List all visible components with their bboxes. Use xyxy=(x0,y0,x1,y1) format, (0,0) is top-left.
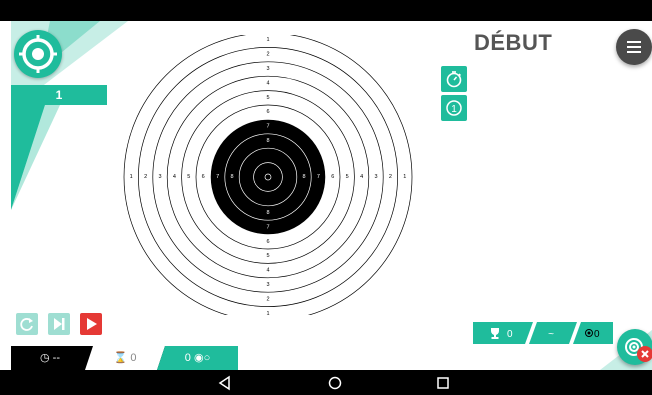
ring-label-top: 7 xyxy=(266,124,269,130)
average-value: ~ xyxy=(548,329,554,340)
ring-label-right: 3 xyxy=(374,174,377,180)
ring-label-bottom: 1 xyxy=(266,311,269,315)
ring-label-bottom: 5 xyxy=(266,253,269,259)
ring-label-bottom: 7 xyxy=(266,224,269,230)
hourglass-icon: ⌛ xyxy=(113,352,128,364)
trophy-icon xyxy=(491,328,499,339)
ring-label-left: 6 xyxy=(202,174,205,180)
close-icon xyxy=(641,350,649,358)
ring-label-bottom: 8 xyxy=(266,210,269,216)
score-display: 1 xyxy=(11,85,107,105)
ring-label-left: 3 xyxy=(158,174,161,180)
timer-value: -- xyxy=(52,352,60,364)
menu-button[interactable] xyxy=(616,29,652,65)
skip-next-icon xyxy=(54,318,65,330)
trophy-value: 0 xyxy=(507,329,513,340)
restart-button[interactable] xyxy=(16,313,38,335)
ring-label-bottom: 2 xyxy=(266,296,269,302)
ring-label-right: 6 xyxy=(331,174,334,180)
skip-next-button[interactable] xyxy=(48,313,70,335)
ring-label-right: 5 xyxy=(346,174,349,180)
ring-label-top: 8 xyxy=(266,138,269,144)
ring-label-right: 2 xyxy=(389,174,392,180)
play-icon xyxy=(87,318,97,330)
ring-label-right: 1 xyxy=(403,174,406,180)
impacts-value: 0 xyxy=(594,329,600,340)
page-title: DÉBUT xyxy=(474,30,553,55)
ring-label-top: 5 xyxy=(266,95,269,101)
ring-label-right: 7 xyxy=(317,174,320,180)
ring-label-top: 4 xyxy=(266,80,269,86)
hamburger-icon xyxy=(627,41,641,53)
ring-label-left: 4 xyxy=(173,174,176,180)
shots-value: 0 xyxy=(184,352,191,364)
shooting-target[interactable]: 1 1 1 1 2 2 2 2 3 3 3 3 4 4 4 4 5 5 5 5 6 6 6 6 7 7 7 7 8 8 8 8 xyxy=(118,35,418,315)
play-button[interactable] xyxy=(80,313,102,335)
stats-bar: 0 ~ 0 xyxy=(473,322,613,344)
ring-label-top: 2 xyxy=(266,52,269,58)
svg-text:1: 1 xyxy=(451,104,457,115)
system-nav-bar xyxy=(0,370,652,395)
tab-series[interactable]: ⌛ 0 xyxy=(85,346,165,370)
tab-timer[interactable]: ◷ -- xyxy=(11,346,89,370)
ring-label-left: 8 xyxy=(230,174,233,180)
back-icon[interactable] xyxy=(216,374,234,392)
timer-button[interactable] xyxy=(441,66,467,92)
ring-label-bottom: 4 xyxy=(266,268,269,274)
impacts-icon: ◉○ xyxy=(193,352,211,364)
stopwatch-icon xyxy=(446,71,462,88)
bottom-tab-bar: ◷ -- ⌛ 0 0 ◉○ xyxy=(11,346,238,370)
tab-shots[interactable]: 0 ◉○ xyxy=(157,346,238,370)
ring-label-left: 5 xyxy=(187,174,190,180)
series-value: 0 xyxy=(130,352,137,364)
ring-label-left: 1 xyxy=(130,174,133,180)
ring-label-left: 2 xyxy=(144,174,147,180)
ring-label-bottom: 6 xyxy=(266,239,269,245)
shot-count-button[interactable]: 1 xyxy=(441,95,467,121)
close-badge[interactable] xyxy=(637,346,652,362)
ring-label-bottom: 3 xyxy=(266,282,269,288)
ring-label-left: 7 xyxy=(216,174,219,180)
ring-label-top: 3 xyxy=(266,66,269,72)
circled-one-icon: 1 xyxy=(446,100,462,116)
restart-icon xyxy=(20,318,33,331)
ring-label-right: 8 xyxy=(302,174,305,180)
ring-label-right: 4 xyxy=(360,174,363,180)
target-icon xyxy=(19,35,57,73)
logo-button[interactable] xyxy=(14,30,62,78)
clock-icon: ◷ xyxy=(40,352,50,364)
ring-label-top: 1 xyxy=(266,37,269,43)
ring-label-top: 6 xyxy=(266,109,269,115)
target-ring-10 xyxy=(253,162,283,192)
home-icon[interactable] xyxy=(326,374,344,392)
recents-icon[interactable] xyxy=(434,374,452,392)
